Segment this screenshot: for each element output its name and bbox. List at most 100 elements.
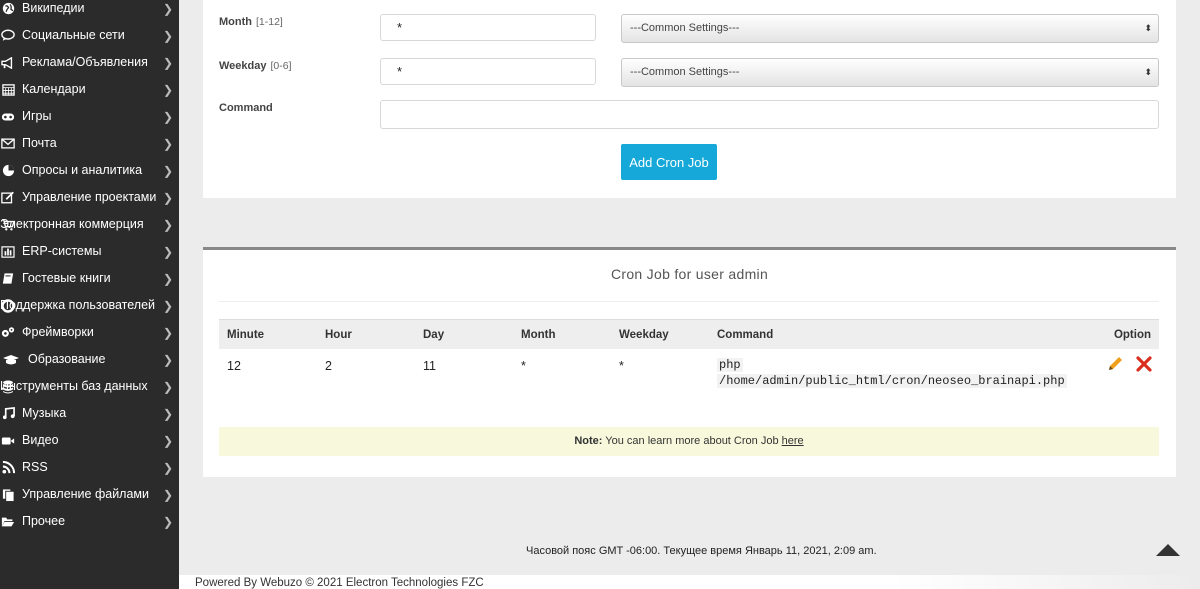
chevron-right-icon: ❯ bbox=[162, 217, 173, 232]
sidebar-item-label: Реклама/Объявления bbox=[22, 55, 148, 69]
chat-icon bbox=[1, 29, 15, 43]
weekday-select-value: ---Common Settings--- bbox=[630, 66, 740, 78]
sidebar-item-label: Игры bbox=[22, 109, 52, 123]
sidebar-item-label: Образование bbox=[28, 352, 106, 366]
sidebar-item-music[interactable]: Музыка ❯ bbox=[0, 400, 179, 427]
sidebar-item-label: Управление проектами bbox=[22, 190, 157, 204]
sidebar-item-label: Гостевые книги bbox=[22, 271, 111, 285]
sidebar: Википедии ❯ Социальные сети ❯ Реклама/Об… bbox=[0, 0, 179, 589]
sidebar-item-support[interactable]: Поддержка пользователей ❯ bbox=[0, 292, 179, 319]
chevron-right-icon: ❯ bbox=[162, 460, 173, 475]
cell-hour: 2 bbox=[325, 359, 332, 373]
gamepad-icon bbox=[1, 110, 15, 124]
learn-more-link[interactable]: here bbox=[782, 435, 804, 447]
sidebar-item-label: Управление файлами bbox=[22, 487, 150, 501]
table-header-row: Minute Hour Day Month Weekday Command Op… bbox=[219, 319, 1159, 349]
sidebar-item-ads[interactable]: Реклама/Объявления ❯ bbox=[0, 49, 179, 76]
month-select-value: ---Common Settings--- bbox=[630, 22, 740, 34]
sidebar-item-games[interactable]: Игры ❯ bbox=[0, 103, 179, 130]
add-cron-job-button[interactable]: Add Cron Job bbox=[621, 144, 717, 180]
sidebar-item-frameworks[interactable]: Фреймворки ❯ bbox=[0, 319, 179, 346]
sidebar-item-mail[interactable]: Почта ❯ bbox=[0, 130, 179, 157]
timezone-text: Часовой пояс GMT -06:00. Текущее время Я… bbox=[526, 545, 877, 557]
weekday-common-settings-select[interactable]: ---Common Settings--- ⬍ bbox=[621, 58, 1159, 87]
sidebar-item-social[interactable]: Социальные сети ❯ bbox=[0, 22, 179, 49]
sidebar-item-label: Инструменты баз данных bbox=[0, 379, 148, 393]
footer: Powered By Webuzo © 2021 Electron Techno… bbox=[179, 575, 1200, 589]
weekday-label-text: Weekday bbox=[219, 60, 267, 72]
sidebar-item-polls[interactable]: Опросы и аналитика ❯ bbox=[0, 157, 179, 184]
month-common-settings-select[interactable]: ---Common Settings--- ⬍ bbox=[621, 14, 1159, 43]
sidebar-item-erp[interactable]: ERP-системы ❯ bbox=[0, 238, 179, 265]
files-icon bbox=[1, 488, 15, 502]
weekday-input[interactable] bbox=[380, 58, 596, 85]
month-hint: [1-12] bbox=[255, 16, 283, 28]
folder-open-icon bbox=[1, 515, 15, 529]
chevron-right-icon: ❯ bbox=[162, 28, 173, 43]
command-input[interactable] bbox=[380, 100, 1159, 129]
sidebar-item-wikis[interactable]: Википедии ❯ bbox=[0, 0, 179, 22]
cell-options bbox=[1077, 349, 1159, 397]
scroll-to-top-icon[interactable] bbox=[1156, 544, 1180, 556]
sidebar-item-label: Видео bbox=[22, 433, 59, 447]
chevron-right-icon: ❯ bbox=[162, 1, 173, 16]
edit-icon bbox=[1, 191, 15, 205]
chevron-right-icon: ❯ bbox=[162, 163, 173, 178]
chevron-right-icon: ❯ bbox=[162, 487, 173, 502]
edit-pencil-icon[interactable] bbox=[1106, 355, 1124, 376]
command-label: Command bbox=[219, 102, 273, 114]
pie-chart-icon bbox=[1, 164, 15, 178]
megaphone-icon bbox=[1, 56, 15, 70]
table-row: 12 2 11 * * php /home/admin/public_html/… bbox=[219, 349, 1159, 397]
cell-weekday: * bbox=[619, 359, 624, 373]
sidebar-item-file-manager[interactable]: Управление файлами ❯ bbox=[0, 481, 179, 508]
sidebar-item-guestbooks[interactable]: Гостевые книги ❯ bbox=[0, 265, 179, 292]
sidebar-item-label: Опросы и аналитика bbox=[22, 163, 143, 177]
chevron-right-icon: ❯ bbox=[162, 82, 173, 97]
month-input[interactable] bbox=[380, 14, 596, 41]
sidebar-item-other[interactable]: Прочее ❯ bbox=[0, 508, 179, 535]
sidebar-item-projects[interactable]: Управление проектами ❯ bbox=[0, 184, 179, 211]
envelope-icon bbox=[1, 137, 15, 151]
sidebar-item-rss[interactable]: RSS ❯ bbox=[0, 454, 179, 481]
chevron-right-icon: ❯ bbox=[162, 406, 173, 421]
column-header: Month bbox=[513, 319, 611, 349]
chevron-right-icon: ❯ bbox=[162, 352, 173, 367]
gears-icon bbox=[1, 326, 15, 340]
sidebar-item-education[interactable]: Образование ❯ bbox=[0, 346, 179, 373]
chevron-right-icon: ❯ bbox=[162, 433, 173, 448]
delete-x-icon[interactable] bbox=[1135, 355, 1153, 376]
footer-text: Powered By Webuzo © 2021 Electron Techno… bbox=[195, 577, 484, 589]
sidebar-item-db-tools[interactable]: Инструменты баз данных ❯ bbox=[0, 373, 179, 400]
calendar-icon bbox=[1, 83, 15, 97]
column-header: Minute bbox=[219, 319, 317, 349]
select-arrows-icon: ⬍ bbox=[1144, 67, 1152, 77]
command-line-1: php bbox=[717, 358, 743, 372]
sidebar-item-label: Википедии bbox=[22, 1, 85, 15]
sidebar-item-ecommerce[interactable]: Электронная коммерция ❯ bbox=[0, 211, 179, 238]
divider bbox=[219, 301, 1159, 302]
sidebar-item-label: Поддержка пользователей bbox=[0, 298, 156, 312]
book-icon bbox=[1, 272, 15, 286]
chevron-right-icon: ❯ bbox=[162, 325, 173, 340]
music-icon bbox=[1, 407, 15, 421]
cell-minute: 12 bbox=[227, 359, 241, 373]
cell-day: 11 bbox=[423, 359, 436, 373]
chevron-right-icon: ❯ bbox=[162, 514, 173, 529]
sidebar-item-calendars[interactable]: Календари ❯ bbox=[0, 76, 179, 103]
column-header: Hour bbox=[317, 319, 415, 349]
month-label-text: Month bbox=[219, 16, 252, 28]
chevron-right-icon: ❯ bbox=[162, 55, 173, 70]
cell-command: php /home/admin/public_html/cron/neoseo_… bbox=[709, 349, 1077, 397]
sidebar-item-label: Почта bbox=[22, 136, 57, 150]
sidebar-item-video[interactable]: Видео ❯ bbox=[0, 427, 179, 454]
cell-month: * bbox=[521, 359, 526, 373]
chevron-right-icon: ❯ bbox=[162, 190, 173, 205]
sidebar-item-label: Электронная коммерция bbox=[0, 217, 144, 231]
column-header: Day bbox=[415, 319, 513, 349]
chevron-right-icon: ❯ bbox=[162, 298, 173, 313]
weekday-label: Weekday [0-6] bbox=[219, 60, 292, 72]
month-label: Month [1-12] bbox=[219, 16, 283, 28]
command-line-2: /home/admin/public_html/cron/neoseo_brai… bbox=[717, 374, 1067, 388]
cron-note: Note: You can learn more about Cron Job … bbox=[219, 427, 1159, 456]
